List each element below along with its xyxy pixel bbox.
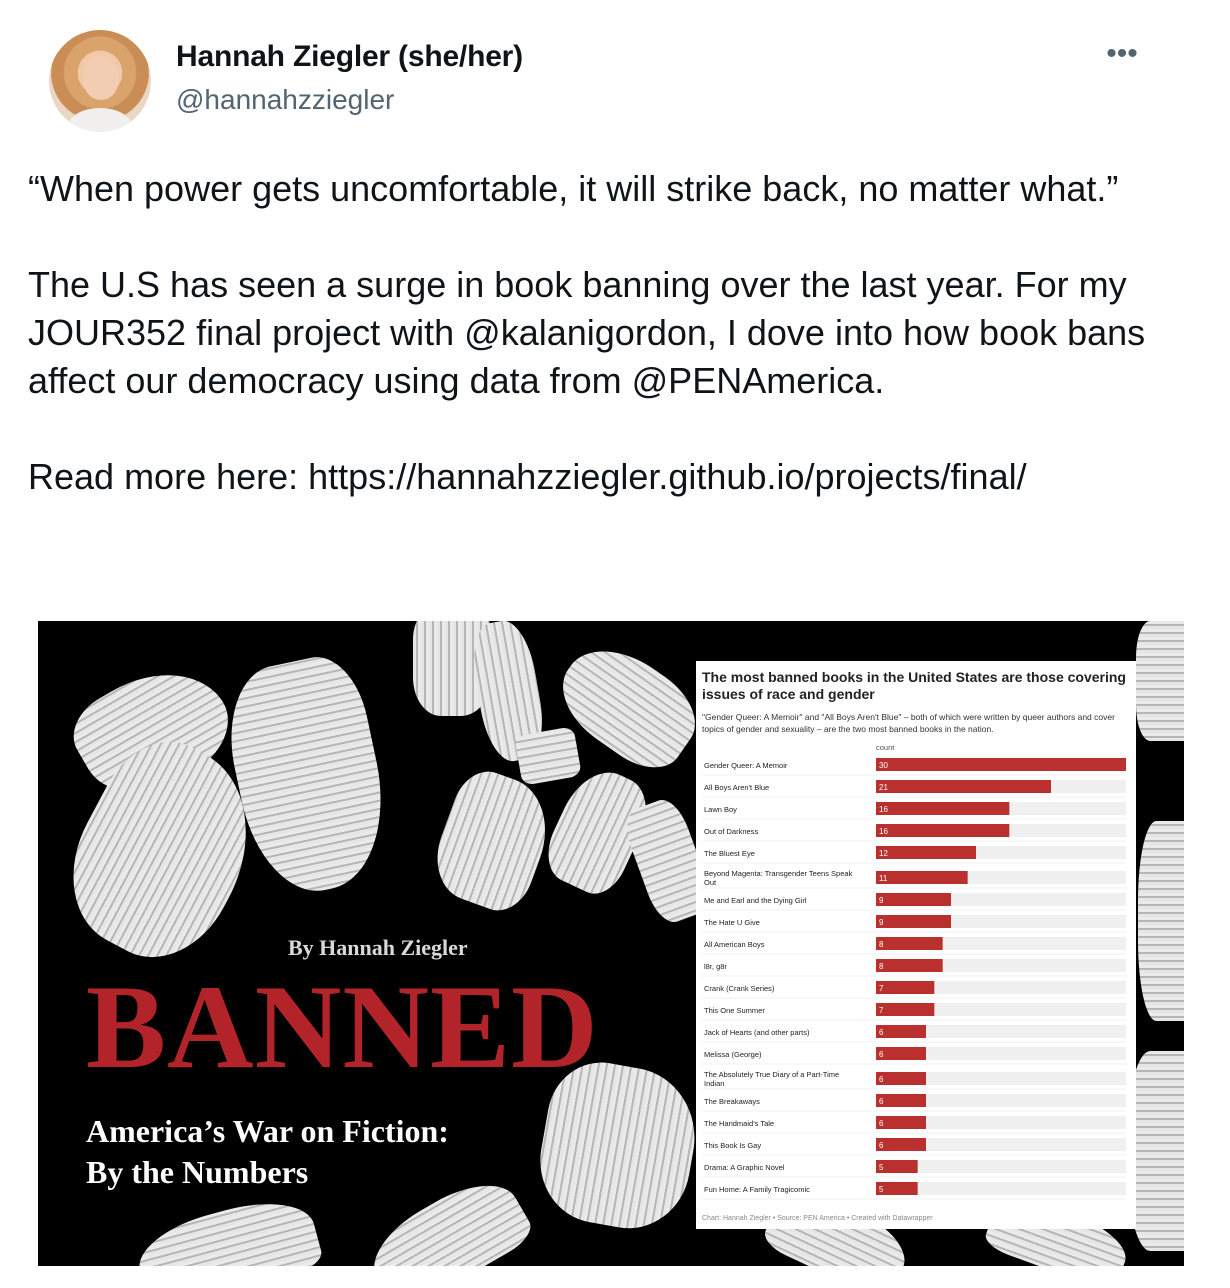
category-label: Lawn Boy — [704, 805, 737, 814]
bar-value-label: 9 — [879, 918, 884, 927]
category-label: Gender Queer: A Memoir — [704, 761, 788, 770]
bar-value-label: 6 — [879, 1119, 884, 1128]
bar — [876, 1003, 935, 1016]
newspaper-scrap — [1136, 621, 1184, 741]
category-label: The Hate U Give — [704, 918, 760, 927]
bar-value-label: 8 — [879, 940, 884, 949]
author-handle[interactable]: @hannahzziegler — [176, 84, 394, 116]
bar-value-label: 6 — [879, 1075, 884, 1084]
bar — [876, 1047, 926, 1060]
category-label: l8r, g8r — [704, 962, 727, 971]
bar — [876, 758, 1126, 771]
bar-value-label: 5 — [879, 1163, 884, 1172]
bar — [876, 893, 951, 906]
bar-value-label: 16 — [879, 805, 888, 814]
bar-value-label: 6 — [879, 1050, 884, 1059]
bar-value-label: 6 — [879, 1028, 884, 1037]
category-label: Crank (Crank Series) — [704, 984, 775, 993]
bar-value-label: 6 — [879, 1097, 884, 1106]
newspaper-scrap — [514, 726, 582, 786]
category-label: The Bluest Eye — [704, 849, 755, 858]
bar-value-label: 12 — [879, 849, 888, 858]
newspaper-scrap — [215, 648, 401, 904]
author-avatar[interactable] — [49, 30, 151, 132]
category-label: All Boys Aren't Blue — [704, 783, 769, 792]
media-byline: By Hannah Ziegler — [288, 935, 468, 960]
bar-value-label: 9 — [879, 896, 884, 905]
media-subtitle-line1: America’s War on Fiction: — [86, 1113, 449, 1149]
media-subtitle: America’s War on Fiction: By the Numbers — [86, 1111, 449, 1193]
category-label: This Book Is Gay — [704, 1141, 761, 1150]
newspaper-scrap — [1138, 821, 1184, 1021]
bar-value-label: 21 — [879, 783, 888, 792]
bar — [876, 1025, 926, 1038]
bar-value-label: 30 — [879, 761, 888, 770]
bar — [876, 780, 1051, 793]
bar — [876, 1094, 926, 1107]
category-label: Drama: A Graphic Novel — [704, 1163, 785, 1172]
chart-source: Chart: Hannah Ziegler • Source: PEN Amer… — [702, 1215, 933, 1222]
bar — [876, 937, 943, 950]
tweet-media-image[interactable]: By Hannah Ziegler BANNED America’s War o… — [38, 621, 1184, 1266]
bar-value-label: 6 — [879, 1141, 884, 1150]
category-label: Melissa (George) — [704, 1050, 762, 1059]
category-label: Me and Earl and the Dying Girl — [704, 896, 807, 905]
newspaper-scrap — [130, 1189, 326, 1266]
category-label: Jack of Hearts (and other parts) — [704, 1028, 810, 1037]
chart-bars: 30 Gender Queer: A Memoir 21 All Boys Aren'… — [702, 758, 1126, 1200]
avatar-shirt — [67, 108, 133, 132]
bar-chart: The most banned books in the United Stat… — [696, 661, 1136, 1229]
more-icon[interactable]: ••• — [1100, 39, 1144, 76]
tweet-text: “When power gets uncomfortable, it will … — [28, 168, 1146, 497]
category-label: All American Boys — [704, 940, 765, 949]
bar — [876, 1072, 926, 1085]
bar-value-label: 7 — [879, 984, 884, 993]
category-label: Out of Darkness — [704, 827, 758, 836]
bar-value-label: 8 — [879, 962, 884, 971]
newspaper-scrap — [423, 762, 563, 920]
bar — [876, 802, 1010, 815]
media-headline: BANNED — [86, 960, 599, 1093]
author-name[interactable]: Hannah Ziegler (she/her) — [176, 40, 523, 74]
category-label: Beyond Magenta: Transgender Teens Speak O… — [704, 869, 853, 887]
newspaper-scrap — [1128, 1051, 1184, 1251]
bar-value-label: 16 — [879, 827, 888, 836]
category-label: This One Summer — [704, 1006, 765, 1015]
category-label: The Breakaways — [704, 1097, 760, 1106]
bar — [876, 846, 976, 859]
bar — [876, 824, 1010, 837]
bar-value-label: 11 — [879, 874, 888, 883]
bar — [876, 915, 951, 928]
category-label: Fun Home: A Family Tragicomic — [704, 1185, 810, 1194]
bar-value-label: 5 — [879, 1185, 884, 1194]
bar — [876, 1116, 926, 1129]
media-subtitle-line2: By the Numbers — [86, 1154, 309, 1190]
bar-value-label: 7 — [879, 1006, 884, 1015]
avatar-face — [83, 56, 119, 100]
bar — [876, 981, 935, 994]
bar — [876, 1138, 926, 1151]
category-label: The Absolutely True Diary of a Part-Time… — [704, 1070, 839, 1088]
bar — [876, 959, 943, 972]
category-label: The Handmaid's Tale — [704, 1119, 774, 1128]
bar — [876, 871, 968, 884]
